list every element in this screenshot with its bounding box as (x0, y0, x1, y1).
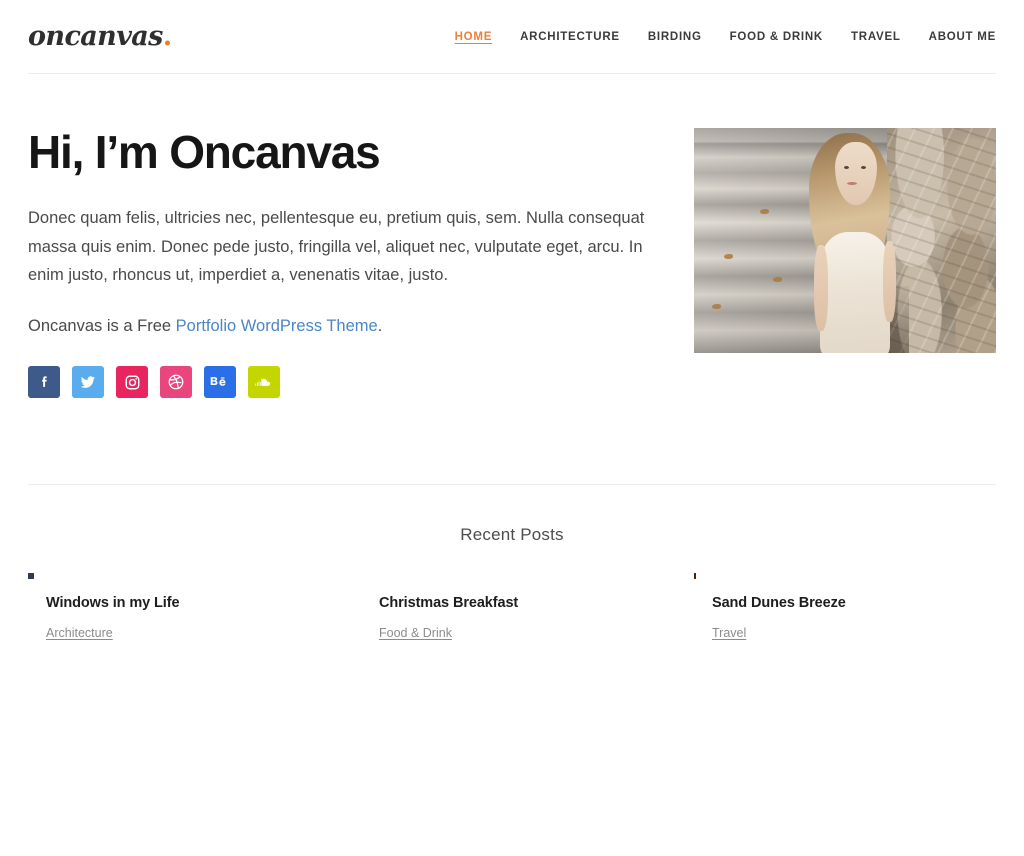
facebook-icon (36, 374, 53, 391)
hero-text-column: Hi, I’m Oncanvas Donec quam felis, ultri… (28, 126, 660, 399)
hero-portrait-image (694, 128, 996, 353)
social-link-instagram[interactable] (116, 366, 148, 399)
social-link-soundcloud[interactable] (248, 366, 280, 399)
hero-title: Hi, I’m Oncanvas (28, 126, 381, 178)
nav-item-home[interactable]: HOME (455, 31, 493, 43)
hero-tagline-suffix: . (377, 316, 383, 335)
social-link-twitter[interactable] (72, 366, 104, 399)
social-link-dribbble[interactable] (160, 366, 192, 399)
page-root: oncanvas. HOME ARCHITECTURE BIRDING FOOD… (0, 0, 1024, 856)
social-link-facebook[interactable] (28, 366, 60, 399)
recent-posts-grid: Windows in my Life Architecture Christma… (0, 573, 1024, 642)
soundcloud-icon (254, 376, 274, 389)
post-category[interactable]: Food & Drink (379, 626, 452, 640)
nav-item-about-me[interactable]: ABOUT ME (929, 31, 996, 43)
post-card[interactable]: Windows in my Life Architecture (28, 573, 326, 642)
nav-item-food-and-drink[interactable]: FOOD & DRINK (730, 31, 823, 43)
site-logo-dot: . (162, 21, 172, 52)
post-title[interactable]: Windows in my Life (46, 595, 326, 611)
hero-paragraph: Donec quam felis, ultricies nec, pellent… (28, 209, 645, 285)
instagram-icon (124, 374, 141, 391)
social-links (28, 366, 660, 399)
hero-tagline-prefix: Oncanvas is a Free (28, 316, 176, 335)
post-category[interactable]: Architecture (46, 626, 113, 640)
site-logo[interactable]: oncanvas. (28, 23, 172, 50)
hero-image-person (803, 128, 912, 353)
post-card[interactable]: Sand Dunes Breeze Travel (694, 573, 992, 642)
post-title[interactable]: Christmas Breakfast (379, 595, 659, 611)
twitter-icon (79, 373, 97, 391)
site-header: oncanvas. HOME ARCHITECTURE BIRDING FOOD… (0, 0, 1024, 73)
post-title[interactable]: Sand Dunes Breeze (712, 595, 992, 611)
post-card[interactable]: Christmas Breakfast Food & Drink (361, 573, 659, 642)
hero-image-column (694, 128, 996, 398)
behance-icon (210, 375, 230, 389)
hero-section: Hi, I’m Oncanvas Donec quam felis, ultri… (0, 74, 1024, 399)
recent-posts-heading: Recent Posts (460, 525, 564, 545)
social-link-behance[interactable] (204, 366, 236, 399)
main-navigation: HOME ARCHITECTURE BIRDING FOOD & DRINK T… (455, 31, 996, 43)
nav-item-architecture[interactable]: ARCHITECTURE (520, 31, 620, 43)
dribbble-icon (167, 373, 185, 391)
nav-item-travel[interactable]: TRAVEL (851, 31, 901, 43)
site-logo-text: oncanvas (28, 21, 163, 52)
hero-tagline-link[interactable]: Portfolio WordPress Theme (176, 317, 378, 335)
post-category[interactable]: Travel (712, 626, 746, 640)
nav-item-birding[interactable]: BIRDING (648, 31, 702, 43)
hero-tagline: Oncanvas is a Free Portfolio WordPress T… (28, 312, 660, 341)
